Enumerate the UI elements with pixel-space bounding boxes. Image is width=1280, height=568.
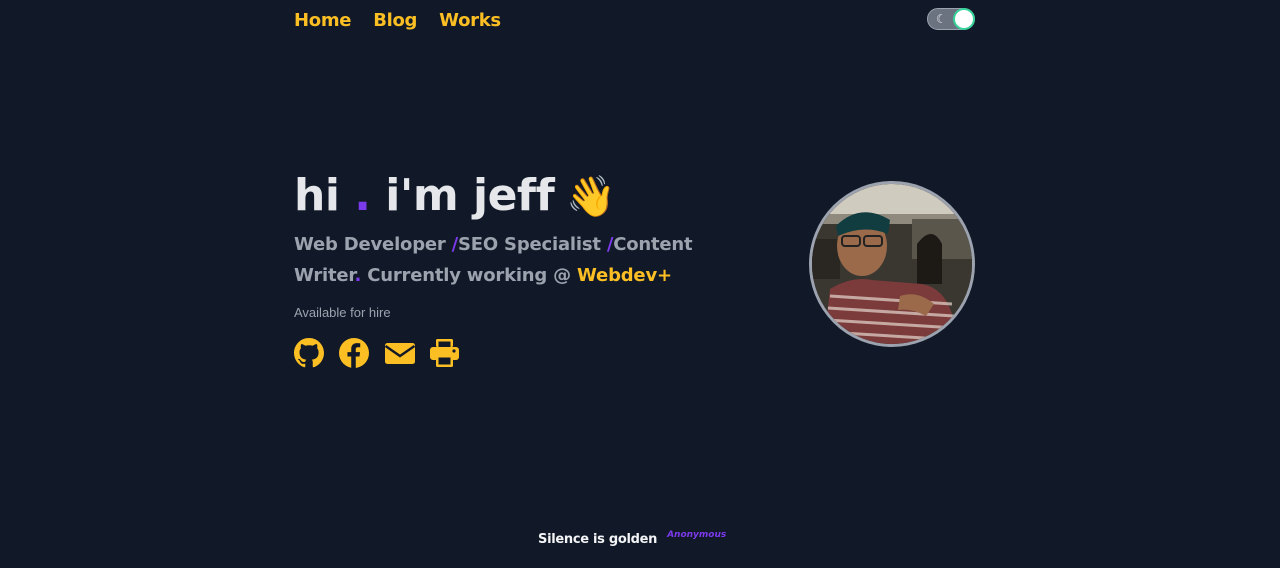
greeting-dot: . (354, 170, 371, 221)
page-title: hi . i'm jeff 👋 (294, 168, 754, 225)
facebook-icon[interactable] (339, 338, 369, 368)
nav-home-link[interactable]: Home (294, 10, 352, 31)
availability-status: Available for hire (294, 305, 391, 320)
moon-icon: ☾ (936, 12, 947, 26)
role-web-developer: Web Developer (294, 234, 446, 255)
footer-quote: Silence is golden Anonymous (538, 530, 727, 547)
role-seo-specialist: SEO Specialist (458, 234, 601, 255)
quote-text: Silence is golden (538, 532, 658, 547)
envelope-icon[interactable] (384, 338, 416, 368)
github-icon[interactable] (294, 338, 324, 368)
theme-toggle[interactable]: ☾ (927, 8, 975, 30)
quote-author: Anonymous (667, 530, 727, 540)
hero-section: hi . i'm jeff 👋 Web Developer /SEO Specia… (294, 168, 754, 368)
main-nav: Home Blog Works (294, 10, 501, 31)
profile-avatar (809, 181, 975, 347)
nav-works-link[interactable]: Works (439, 10, 501, 31)
print-icon[interactable] (429, 338, 459, 368)
company-name: Webdev+ (577, 265, 672, 286)
greeting-name: i'm jeff (385, 170, 555, 221)
waving-hand-icon: 👋 (566, 174, 616, 220)
toggle-knob (955, 10, 973, 28)
nav-blog-link[interactable]: Blog (373, 10, 417, 31)
role-description: Web Developer /SEO Specialist /Content W… (294, 229, 754, 291)
working-text: Currently working @ (361, 265, 578, 286)
greeting-hi: hi (294, 170, 340, 221)
social-links (294, 338, 754, 368)
